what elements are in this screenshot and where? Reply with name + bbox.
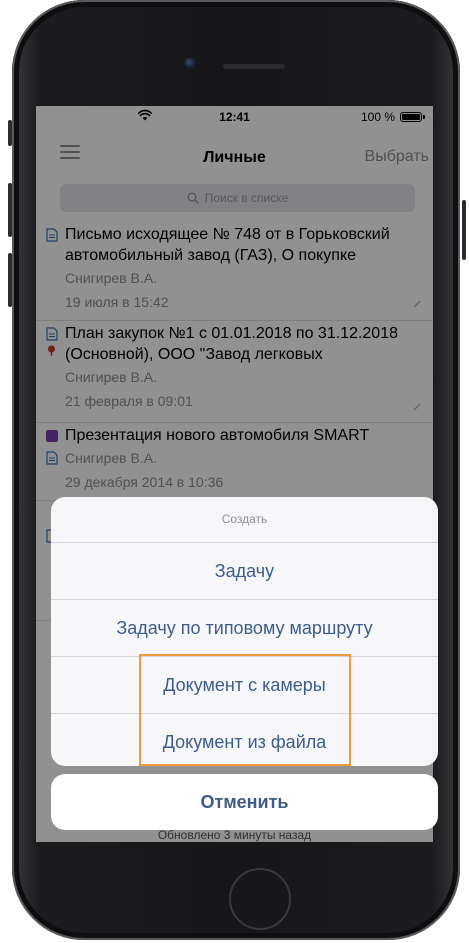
front-camera: [184, 57, 197, 70]
mute-switch: [8, 120, 12, 146]
volume-up-button: [8, 183, 12, 237]
cancel-button[interactable]: Отменить: [51, 774, 438, 830]
action-sheet-title: Создать: [51, 497, 438, 543]
document-from-file-button[interactable]: Документ из файла: [51, 714, 438, 766]
home-button[interactable]: [229, 868, 291, 930]
volume-down-button: [8, 253, 12, 307]
power-button: [462, 200, 466, 260]
create-task-button[interactable]: Задачу: [51, 543, 438, 600]
action-sheet: Создать Задачу Задачу по типовому маршру…: [51, 497, 438, 766]
create-task-by-route-button[interactable]: Задачу по типовому маршруту: [51, 600, 438, 657]
earpiece-speaker: [223, 64, 285, 69]
document-from-camera-button[interactable]: Документ с камеры: [51, 657, 438, 714]
